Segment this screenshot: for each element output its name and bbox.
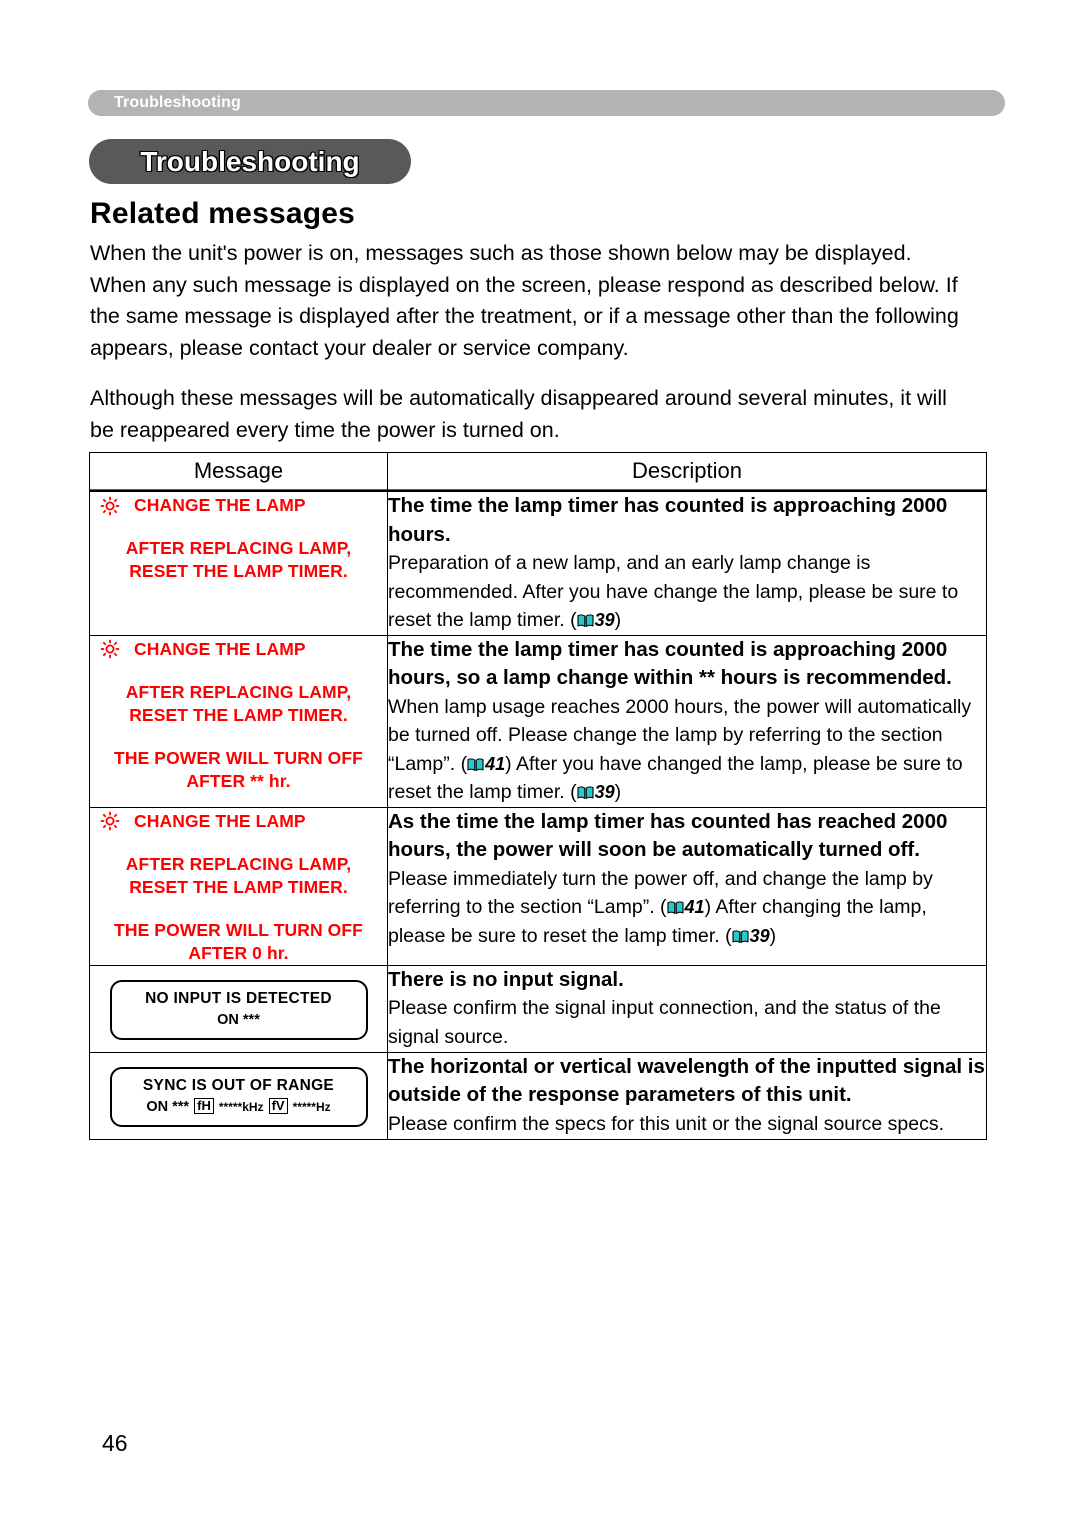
osd-message-text: RESET THE LAMP TIMER. (129, 704, 348, 725)
osd-message-text: AFTER REPLACING LAMP, (125, 853, 352, 874)
message-cell: CHANGE THE LAMP AFTER REPLACING LAMP, RE… (89, 491, 388, 636)
description-bold: The horizontal or vertical wavelength of… (388, 1054, 985, 1107)
sun-icon (100, 639, 120, 659)
description-body: Please immediately turn the power off, a… (388, 865, 986, 951)
osd-message-line-with-icon: CHANGE THE LAMP (90, 810, 387, 833)
osd-message-text: AFTER ** hr. (186, 770, 291, 791)
description-body: Please confirm the signal input connecti… (388, 997, 941, 1048)
description-body: Please confirm the specs for this unit o… (388, 1112, 945, 1135)
description-cell: The time the lamp timer has counted is a… (387, 634, 987, 808)
table-row: SYNC IS OUT OF RANGE ON *** fH *****kHz … (89, 1051, 987, 1140)
description-cell: The horizontal or vertical wavelength of… (387, 1051, 987, 1140)
osd-message-block: THE POWER WILL TURN OFF AFTER 0 hr. (90, 919, 387, 965)
description-bold: The time the lamp timer has counted is a… (388, 494, 948, 546)
description-text: Preparation of a new lamp, and an early … (388, 552, 959, 631)
message-cell: NO INPUT IS DETECTED ON *** (89, 964, 388, 1053)
table-row: CHANGE THE LAMP AFTER REPLACING LAMP, RE… (89, 634, 987, 808)
description-body: When lamp usage reaches 2000 hours, the … (388, 693, 986, 807)
osd-message-text: RESET THE LAMP TIMER. (129, 561, 348, 581)
description-cell: The time the lamp timer has counted is a… (387, 491, 987, 636)
book-icon (732, 929, 749, 944)
page-reference: 41 (485, 753, 506, 774)
description-text: ) (614, 781, 622, 803)
document-page: Troubleshooting Troubleshooting Related … (0, 0, 1080, 1514)
osd-message-line-with-icon: CHANGE THE LAMP (90, 494, 387, 517)
osd-box-line-1: NO INPUT IS DETECTED (145, 989, 332, 1007)
page-reference: 39 (749, 925, 770, 946)
page-number: 46 (102, 1430, 128, 1456)
osd-box-line-2: ON *** (217, 1011, 260, 1028)
description-bold: There is no input signal. (388, 967, 624, 991)
osd-box-line-1: SYNC IS OUT OF RANGE (142, 1076, 335, 1094)
book-icon (577, 786, 594, 800)
osd-message-text: THE POWER WILL TURN OFF (114, 919, 363, 940)
book-icon (666, 901, 684, 915)
fh-token: fH (194, 1097, 214, 1114)
description-cell: There is no input signal. Please confirm… (387, 964, 987, 1053)
osd-box-khz-value: *****kHz (218, 1099, 264, 1114)
osd-message-text: THE POWER WILL TURN OFF (114, 747, 363, 768)
description-cell: As the time the lamp timer has counted h… (387, 806, 987, 966)
osd-message-text: CHANGE THE LAMP (134, 495, 306, 515)
running-header-label: Troubleshooting (114, 94, 241, 111)
description-bold: The time the lamp timer has counted is a… (388, 637, 952, 690)
running-header-bar: Troubleshooting (88, 90, 1005, 116)
osd-box-line-2: ON *** fH *****kHz fV *****Hz (120, 1097, 358, 1117)
description-bold: As the time the lamp timer has counted h… (388, 809, 948, 862)
section-heading: Related messages (90, 197, 356, 230)
osd-message-block: AFTER REPLACING LAMP, RESET THE LAMP TIM… (90, 537, 387, 583)
osd-message-text: AFTER 0 hr. (188, 942, 289, 963)
table-header-row: Message Description (89, 452, 987, 492)
osd-message-text: CHANGE THE LAMP (134, 638, 306, 659)
page-reference: 39 (594, 782, 615, 802)
sun-icon (100, 496, 120, 516)
osd-box-on-label: ON *** (146, 1098, 190, 1115)
description-text: ) (614, 609, 622, 631)
message-cell: SYNC IS OUT OF RANGE ON *** fH *****kHz … (89, 1051, 388, 1140)
description-text: ) (769, 924, 777, 947)
osd-message-block: AFTER REPLACING LAMP, RESET THE LAMP TIM… (90, 681, 387, 727)
osd-message-block: AFTER REPLACING LAMP, RESET THE LAMP TIM… (90, 853, 387, 899)
table-row: NO INPUT IS DETECTED ON *** There is no … (89, 964, 987, 1053)
page-reference: 41 (684, 897, 705, 917)
osd-message-box: NO INPUT IS DETECTED ON *** (109, 979, 368, 1040)
table-row: CHANGE THE LAMP AFTER REPLACING LAMP, RE… (89, 806, 987, 966)
osd-box-hz-value: *****Hz (292, 1099, 331, 1114)
osd-message-block: THE POWER WILL TURN OFF AFTER ** hr. (90, 747, 387, 793)
page-reference: 39 (594, 610, 615, 630)
sun-icon (100, 811, 120, 831)
osd-message-line-with-icon: CHANGE THE LAMP (90, 638, 387, 661)
osd-message-box: SYNC IS OUT OF RANGE ON *** fH *****kHz … (109, 1066, 368, 1127)
message-cell: CHANGE THE LAMP AFTER REPLACING LAMP, RE… (89, 806, 388, 966)
column-header-message: Message (89, 452, 388, 492)
intro-paragraph-1: When the unit's power is on, messages su… (90, 241, 959, 360)
description-body: Preparation of a new lamp, and an early … (388, 549, 986, 635)
chapter-title-pill: Troubleshooting (89, 139, 411, 184)
book-icon (467, 757, 484, 772)
osd-message-text: CHANGE THE LAMP (134, 810, 306, 831)
osd-message-text: AFTER REPLACING LAMP, (125, 681, 352, 702)
chapter-title-label: Troubleshooting (140, 146, 360, 177)
table-row: CHANGE THE LAMP AFTER REPLACING LAMP, RE… (89, 491, 987, 636)
related-messages-table: Message Description CHANGE THE LAMP AFTE… (89, 452, 987, 1140)
osd-message-text: RESET THE LAMP TIMER. (129, 876, 348, 897)
fv-token: fV (268, 1097, 288, 1114)
intro-paragraph-2: Although these messages will be automati… (90, 386, 947, 442)
message-cell: CHANGE THE LAMP AFTER REPLACING LAMP, RE… (89, 634, 388, 808)
column-header-description: Description (387, 452, 987, 492)
book-icon (577, 614, 594, 628)
osd-message-text: AFTER REPLACING LAMP, (125, 538, 352, 558)
